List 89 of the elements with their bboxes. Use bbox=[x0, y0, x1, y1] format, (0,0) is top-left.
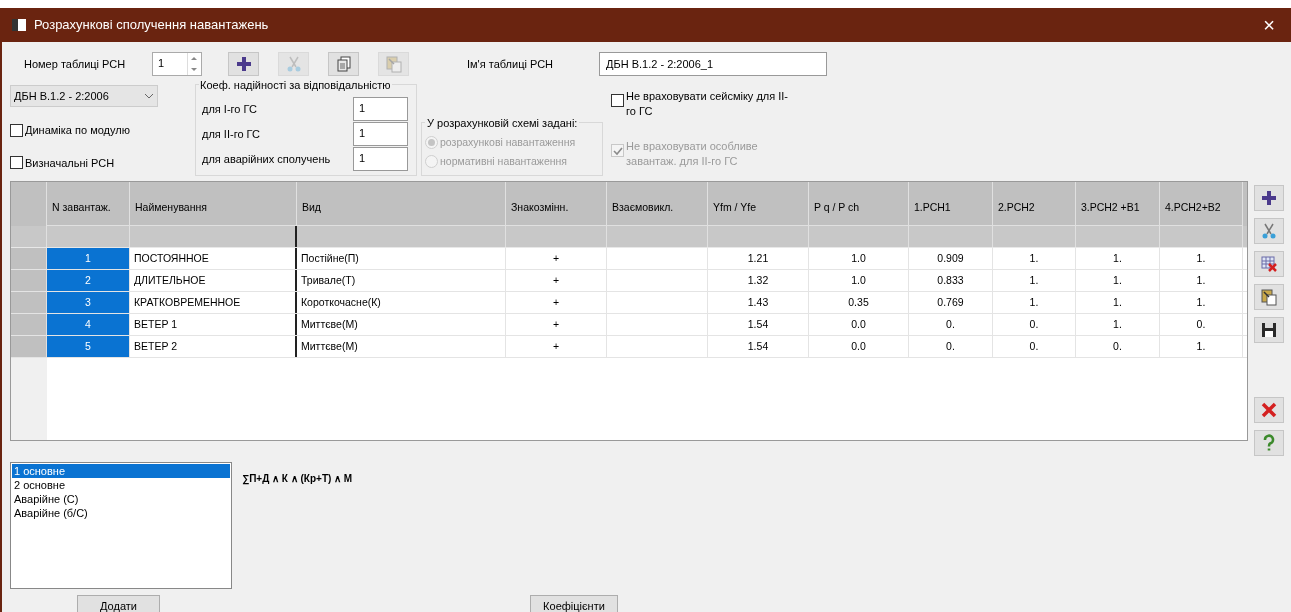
table-cell: 5 bbox=[47, 336, 130, 357]
list-item[interactable]: 2 основне bbox=[12, 478, 230, 492]
table-cell: 4 bbox=[47, 314, 130, 335]
list-item[interactable]: Аварійне (С) bbox=[12, 492, 230, 506]
table-cell: + bbox=[506, 270, 607, 291]
table-cell: 0. bbox=[909, 336, 993, 357]
table-cell: 1. bbox=[1076, 314, 1160, 335]
table-cell: 1. bbox=[1160, 270, 1243, 291]
table-cell: 0.833 bbox=[909, 270, 993, 291]
table-cell: 0.0 bbox=[809, 314, 909, 335]
table-cell: + bbox=[506, 336, 607, 357]
checkbox[interactable] bbox=[611, 94, 624, 107]
coefficient-field[interactable]: 1 bbox=[353, 97, 408, 121]
table-cell: 1. bbox=[1160, 292, 1243, 313]
table-cell: + bbox=[506, 248, 607, 269]
table-cell: 0.0 bbox=[809, 336, 909, 357]
window-title: Розрахункові сполучення навантажень bbox=[34, 16, 269, 35]
group-title: Коеф. надійності за відповідальністю bbox=[199, 77, 392, 94]
table-cell: 1.0 bbox=[809, 270, 909, 291]
table-cell: 0. bbox=[909, 314, 993, 335]
table-cell: Постійне(П) bbox=[297, 248, 506, 269]
plus-icon bbox=[234, 55, 253, 73]
radio-label: розрахункові навантаження bbox=[440, 134, 576, 150]
table-cell: Миттєве(М) bbox=[297, 314, 506, 335]
table-cell: 1. bbox=[993, 248, 1076, 269]
table-cell: 1 bbox=[47, 248, 130, 269]
coefficients-button[interactable]: Коефіцієнти bbox=[530, 595, 618, 612]
table-cell: 3 bbox=[47, 292, 130, 313]
table-cell: 1. bbox=[1160, 248, 1243, 269]
table-cell: 1.43 bbox=[708, 292, 809, 313]
toolbar-button[interactable] bbox=[1254, 185, 1284, 211]
table-cell: 0. bbox=[993, 336, 1076, 357]
table-delete-icon bbox=[1260, 255, 1278, 273]
table-cell: 1. bbox=[1160, 336, 1243, 357]
table-cell: 1. bbox=[993, 270, 1076, 291]
toolbar-button[interactable] bbox=[228, 52, 259, 76]
table-cell: 1.0 bbox=[809, 248, 909, 269]
formula-text: ∑П+Д ∧ К ∧ (Кр+Т) ∧ М bbox=[242, 472, 353, 485]
table-cell: 1.54 bbox=[708, 336, 809, 357]
table-cell: Миттєве(М) bbox=[297, 336, 506, 357]
toolbar-button[interactable] bbox=[1254, 317, 1284, 343]
table-cell: + bbox=[506, 292, 607, 313]
table-cell: Короткочасне(К) bbox=[297, 292, 506, 313]
table-cell: 1.21 bbox=[708, 248, 809, 269]
close-icon bbox=[1260, 401, 1278, 419]
table-cell: 1. bbox=[1076, 270, 1160, 291]
table-cell: 0.769 bbox=[909, 292, 993, 313]
checkbox-label: Динаміка по модулю bbox=[25, 123, 130, 138]
documents-icon bbox=[334, 55, 353, 73]
table-cell: 2 bbox=[47, 270, 130, 291]
table-cell: 1.32 bbox=[708, 270, 809, 291]
checkbox-label: Не враховувати сейсміку для II-го ГС bbox=[626, 89, 789, 119]
spin-box[interactable]: 1 bbox=[152, 52, 202, 76]
window-icon bbox=[12, 19, 26, 31]
table-name-field[interactable]: ДБН В.1.2 - 2:2006_1 bbox=[599, 52, 827, 76]
paste-icon bbox=[384, 55, 403, 73]
table-cell: 0.35 bbox=[809, 292, 909, 313]
table-cell: 0. bbox=[993, 314, 1076, 335]
coefficient-field[interactable]: 1 bbox=[353, 122, 408, 146]
coefficient-field[interactable]: 1 bbox=[353, 147, 408, 171]
checkmark-icon bbox=[612, 145, 623, 156]
radio-label: нормативні навантаження bbox=[440, 153, 568, 169]
checkbox-label: Не враховувати особливе завантаж. для II-го ГС bbox=[626, 139, 759, 169]
table-cell: 1. bbox=[1076, 292, 1160, 313]
table-cell: Тривале(Т) bbox=[297, 270, 506, 291]
list-item[interactable]: Аварійне (б/С) bbox=[12, 506, 230, 520]
table-cell: 0. bbox=[1160, 314, 1243, 335]
field-label: Ім'я таблиці РСН bbox=[467, 56, 555, 72]
list-item[interactable]: 1 основне bbox=[12, 464, 230, 478]
table-cell: 1. bbox=[993, 292, 1076, 313]
close-button[interactable]: × bbox=[1263, 15, 1279, 35]
checkbox-label: Визначальні РСН bbox=[25, 155, 115, 171]
field-label: для II-го ГС bbox=[202, 126, 261, 142]
field-label: Номер таблиці РСН bbox=[24, 56, 127, 72]
checkbox[interactable] bbox=[10, 123, 23, 137]
table-cell: + bbox=[506, 314, 607, 335]
table-cell: 0.909 bbox=[909, 248, 993, 269]
add-button[interactable]: Додати bbox=[77, 595, 160, 612]
norm-dropdown[interactable]: ДБН В.1.2 - 2:2006 bbox=[10, 85, 158, 107]
checkbox[interactable] bbox=[10, 156, 23, 170]
plus-icon bbox=[1260, 189, 1278, 207]
field-label: для аварійних сполучень bbox=[202, 151, 332, 167]
paste-icon bbox=[1260, 288, 1278, 306]
scissors-icon bbox=[1260, 222, 1278, 240]
table-cell: 1. bbox=[1076, 248, 1160, 269]
table-cell: 0. bbox=[1076, 336, 1160, 357]
table-cell: 1.54 bbox=[708, 314, 809, 335]
chevron-down-icon bbox=[144, 93, 154, 99]
field-label: для I-го ГС bbox=[202, 101, 258, 117]
